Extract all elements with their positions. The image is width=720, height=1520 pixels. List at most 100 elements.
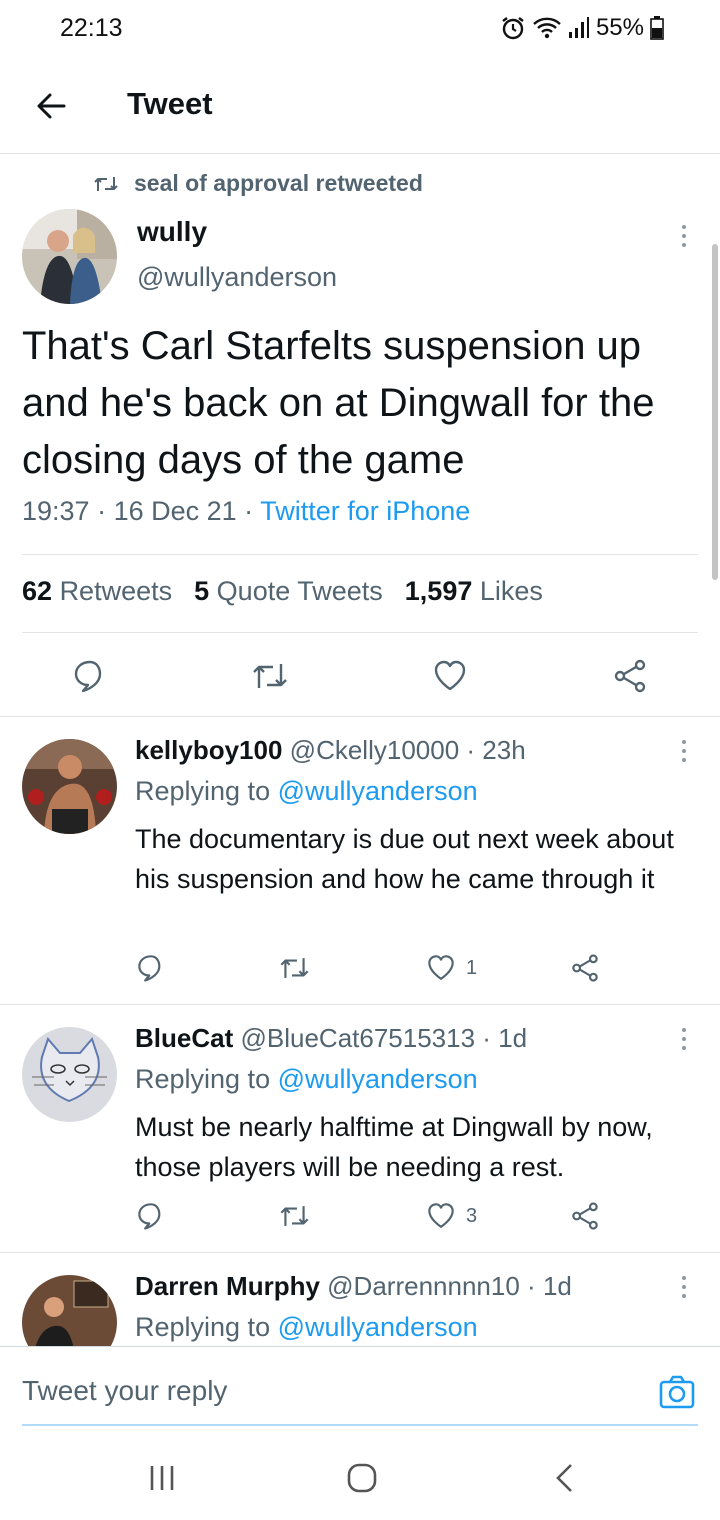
divider [22, 632, 698, 633]
reply-author-name[interactable]: Darren Murphy [135, 1271, 320, 1301]
reply-button[interactable] [136, 953, 166, 983]
likes-label: Likes [479, 576, 543, 606]
reply-composer: Tweet your reply [0, 1346, 720, 1428]
replying-to-link[interactable]: @wullyanderson [278, 1064, 478, 1094]
camera-icon [659, 1375, 695, 1409]
like-count: 3 [466, 1204, 478, 1227]
home-button[interactable] [342, 1462, 382, 1494]
replying-to: Replying to @wullyanderson [135, 776, 478, 807]
tweet-date: 16 Dec 21 [113, 496, 237, 526]
like-button[interactable] [432, 658, 468, 694]
tweet-text: That's Carl Starfelts suspension up and … [22, 324, 655, 482]
retweet-button[interactable] [278, 953, 311, 983]
replying-to: Replying to @wullyanderson [135, 1064, 478, 1095]
recent-apps-icon [150, 1466, 174, 1490]
reply-input[interactable]: Tweet your reply [22, 1375, 227, 1407]
reply-author-name[interactable]: BlueCat [135, 1023, 233, 1053]
replying-to-prefix: Replying to [135, 776, 271, 806]
retweet-button[interactable] [278, 1201, 311, 1231]
comment-icon [138, 1203, 161, 1230]
reply-tweet[interactable]: Darren Murphy @Darrennnnn10 · 1d Replyin… [0, 1253, 720, 1346]
more-options-button[interactable] [678, 737, 690, 765]
reply-separator: · [527, 1271, 536, 1301]
retweet-icon [280, 1206, 309, 1226]
battery-percent: 55% [595, 14, 644, 41]
reply-avatar[interactable] [22, 1275, 117, 1346]
retweeted-by[interactable]: seal of approval retweeted [92, 170, 423, 197]
alarm-icon [500, 15, 526, 41]
replying-to-link[interactable]: @wullyanderson [278, 776, 478, 806]
home-icon [347, 1463, 377, 1493]
more-options-button[interactable] [678, 1273, 690, 1301]
status-bar: 22:13 55% [0, 0, 720, 60]
retweets-stat[interactable]: 62 Retweets [22, 576, 172, 607]
reply-author-name[interactable]: kellyboy100 [135, 735, 282, 765]
quotes-stat[interactable]: 5 Quote Tweets [194, 576, 383, 607]
more-vertical-icon [682, 225, 686, 247]
share-button[interactable] [570, 1201, 600, 1231]
recent-apps-button[interactable] [142, 1462, 182, 1494]
retweeted-by-label: seal of approval retweeted [134, 170, 423, 196]
retweet-icon [253, 664, 287, 688]
top-app-bar: Tweet [0, 70, 720, 154]
more-vertical-icon [682, 740, 686, 762]
reply-button[interactable] [72, 658, 108, 694]
quotes-label: Quote Tweets [216, 576, 383, 606]
tweet-source-link[interactable]: Twitter for iPhone [260, 496, 470, 526]
divider [22, 554, 698, 555]
heart-icon [428, 955, 454, 980]
reply-avatar[interactable] [22, 1027, 117, 1122]
replying-to-prefix: Replying to [135, 1312, 271, 1342]
comment-icon [74, 660, 102, 693]
status-icons: 55% [500, 14, 664, 42]
arrow-left-icon [37, 93, 66, 119]
status-time: 22:13 [60, 14, 123, 42]
reply-avatar[interactable] [22, 739, 117, 834]
page-title: Tweet [127, 86, 213, 121]
share-button[interactable] [570, 953, 600, 983]
reply-author-handle[interactable]: @Darrennnnn10 [327, 1271, 520, 1301]
author-handle[interactable]: @wullyanderson [137, 262, 337, 293]
likes-stat[interactable]: 1,597 Likes [405, 576, 543, 607]
battery-icon [650, 16, 664, 40]
retweet-small-icon [94, 176, 118, 191]
share-icon [572, 1202, 598, 1230]
wifi-icon [532, 16, 562, 40]
reply-author-handle[interactable]: @Ckelly10000 [290, 735, 459, 765]
reply-button[interactable] [136, 1201, 166, 1231]
system-nav-bar [0, 1430, 720, 1520]
share-icon [614, 659, 646, 693]
like-button[interactable]: 1 [426, 953, 477, 983]
tweet-meta: 19:37 · 16 Dec 21 · Twitter for iPhone [22, 496, 471, 526]
replying-to-prefix: Replying to [135, 1064, 271, 1094]
avatar[interactable] [22, 209, 117, 304]
system-back-button[interactable] [545, 1462, 585, 1494]
more-options-button[interactable] [678, 1025, 690, 1053]
scrollbar[interactable] [712, 244, 718, 580]
reply-header: Darren Murphy @Darrennnnn10 · 1d [135, 1271, 572, 1302]
comment-icon [138, 955, 161, 982]
more-options-button[interactable] [678, 222, 690, 250]
reply-text: The documentary is due out next week abo… [135, 824, 674, 894]
share-button[interactable] [612, 658, 648, 694]
back-button[interactable] [30, 84, 74, 128]
retweets-label: Retweets [59, 576, 173, 606]
reply-time: 1d [542, 1271, 572, 1301]
heart-icon [428, 1203, 454, 1228]
reply-author-handle[interactable]: @BlueCat67515313 [240, 1023, 475, 1053]
author-name[interactable]: wully [137, 216, 207, 248]
chevron-left-icon [556, 1464, 572, 1492]
replying-to-link[interactable]: @wullyanderson [278, 1312, 478, 1342]
reply-tweet[interactable]: kellyboy100 @Ckelly10000 · 23h Replying … [0, 717, 720, 1005]
more-vertical-icon [682, 1028, 686, 1050]
reply-separator: · [482, 1023, 491, 1053]
retweets-count: 62 [22, 576, 53, 606]
retweet-button[interactable] [250, 658, 290, 694]
share-icon [572, 954, 598, 982]
like-button[interactable]: 3 [426, 1201, 477, 1231]
camera-button[interactable] [659, 1375, 695, 1409]
reply-tweet[interactable]: BlueCat @BlueCat67515313 · 1d Replying t… [0, 1005, 720, 1253]
reply-input-underline [22, 1424, 698, 1426]
signal-icon [568, 16, 590, 40]
reply-time: 1d [498, 1023, 528, 1053]
